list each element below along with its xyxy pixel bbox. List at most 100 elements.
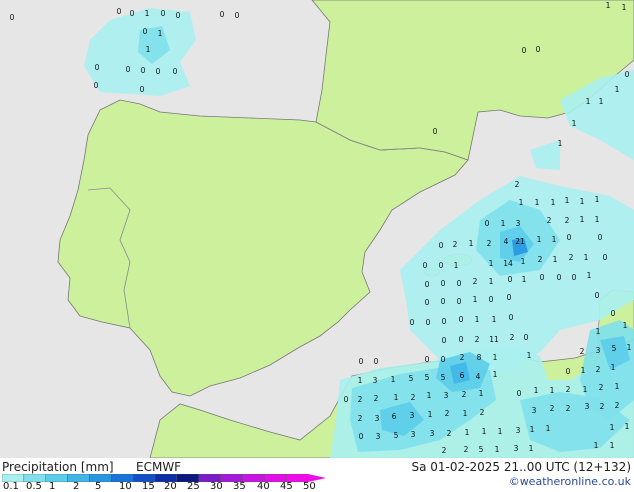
precip-value-label: 0	[485, 219, 490, 228]
precip-value-label: 5	[425, 373, 430, 382]
precip-value-label: 2	[566, 404, 571, 413]
precip-value-label: 1	[492, 315, 497, 324]
precip-value-label: 0	[439, 241, 444, 250]
precip-value-label: 4	[476, 372, 481, 381]
precip-value-label: 1	[586, 97, 591, 106]
precip-value-label: 2	[464, 445, 469, 454]
precip-value-label: 1	[534, 386, 539, 395]
precip-value-label: 1	[522, 275, 527, 284]
precip-value-label: 3	[376, 432, 381, 441]
scale-tick-label: 0.5	[26, 481, 42, 492]
precip-value-label: 1	[498, 427, 503, 436]
precip-value-label: 8	[477, 353, 482, 362]
precip-value-label: 0	[442, 317, 447, 326]
precip-value-label: 1	[428, 410, 433, 419]
precip-value-label: 1	[584, 253, 589, 262]
precip-value-label: 1	[615, 85, 620, 94]
credit-link[interactable]: ©weatheronline.co.uk	[509, 475, 631, 489]
precip-value-label: 1	[158, 29, 163, 38]
precip-value-label: 1	[537, 235, 542, 244]
precip-value-label: 2	[515, 180, 520, 189]
precip-value-label: 1	[495, 445, 500, 454]
legend-footer: Precipitation [mm] ECMWF Sa 01-02-2025 2…	[0, 458, 634, 492]
precip-value-label: 1	[610, 441, 615, 450]
precip-value-label: 0	[425, 355, 430, 364]
precip-value-label: 1	[530, 425, 535, 434]
precip-value-label: 1	[394, 393, 399, 402]
scale-tick-label: 15	[142, 481, 155, 492]
precip-value-label: 3	[375, 414, 380, 423]
scale-tick-label: 10	[119, 481, 132, 492]
precip-value-label: 1	[463, 409, 468, 418]
precip-value-label: 0	[441, 279, 446, 288]
precip-value-label: 2	[462, 390, 467, 399]
precip-value-label: 1	[358, 376, 363, 385]
precip-value-label: 1	[580, 197, 585, 206]
precip-value-label: 3	[373, 376, 378, 385]
precip-value-label: 0	[410, 318, 415, 327]
precip-value-label: 1	[625, 422, 630, 431]
precip-value-label: 1	[493, 353, 498, 362]
precip-value-label: 0	[433, 127, 438, 136]
precip-value-label: 1	[553, 255, 558, 264]
precip-value-label: 5	[479, 445, 484, 454]
precip-value-label: 0	[126, 65, 131, 74]
precip-value-label: 0	[567, 233, 572, 242]
scale-tick-label: 40	[257, 481, 270, 492]
precip-value-label: 3	[430, 429, 435, 438]
precip-value-label: 1	[611, 363, 616, 372]
precip-value-label: 1	[391, 375, 396, 384]
precip-value-label: 0	[235, 11, 240, 20]
scale-tick-label: 50	[303, 481, 316, 492]
precip-value-label: 2	[475, 335, 480, 344]
precip-value-label: 3	[532, 406, 537, 415]
precip-value-label: 1	[427, 391, 432, 400]
precip-value-label: 1	[454, 261, 459, 270]
map-canvas: 00 0 1 0 0 0 00 110 0 0 0 00 00 01 1011 111021 1 1 1 1 10 1 3 2…	[0, 0, 634, 458]
scale-tick-label: 5	[95, 481, 102, 492]
precip-value-label: 1	[145, 9, 150, 18]
precip-value-label: 1	[581, 366, 586, 375]
precip-value-label: 2	[445, 409, 450, 418]
precip-value-label: 1	[610, 423, 615, 432]
precip-value-label: 1	[501, 219, 506, 228]
precip-value-label: 1	[475, 315, 480, 324]
precip-value-label: 0	[117, 7, 122, 16]
precip-value-label: 0	[457, 279, 462, 288]
precipitation-map[interactable]: 0001000001100000000011011111021111110132…	[0, 0, 634, 458]
precip-value-label: 0	[522, 46, 527, 55]
precip-value-label: 11	[489, 335, 499, 344]
precip-value-label: 0	[524, 333, 529, 342]
precip-value-label: 2	[480, 408, 485, 417]
precip-value-label: 1	[546, 424, 551, 433]
precip-value-label: 0	[143, 27, 148, 36]
precip-value-label: 1	[493, 370, 498, 379]
precip-value-label: 0	[344, 395, 349, 404]
precip-value-label: 1	[623, 321, 628, 330]
precip-value-label: 0	[95, 63, 100, 72]
precip-value-label: 0	[536, 45, 541, 54]
precip-value-label: 1	[595, 195, 600, 204]
precip-value-label: 3	[516, 219, 521, 228]
precip-value-label: 0	[603, 253, 608, 262]
precip-value-label: 0	[508, 275, 513, 284]
precip-value-label: 0	[359, 432, 364, 441]
precip-value-label: 2	[460, 353, 465, 362]
precip-value-label: 0	[161, 9, 166, 18]
precip-value-label: 2	[453, 240, 458, 249]
precip-value-label: 2	[600, 402, 605, 411]
precip-value-label: 0	[176, 11, 181, 20]
precip-value-label: 1	[465, 428, 470, 437]
precip-value-label: 3	[410, 411, 415, 420]
precip-value-label: 0	[598, 233, 603, 242]
precip-value-label: 1	[519, 198, 524, 207]
precip-value-label: 2	[566, 385, 571, 394]
precip-value-label: 2	[569, 253, 574, 262]
precip-value-label: 2	[442, 446, 447, 455]
scale-tick-label: 35	[233, 481, 246, 492]
precip-value-label: 1	[521, 257, 526, 266]
precip-value-label: 0	[10, 13, 15, 22]
precip-value-label: 0	[557, 273, 562, 282]
precip-value-label: 2	[487, 239, 492, 248]
precip-value-label: 0	[611, 309, 616, 318]
